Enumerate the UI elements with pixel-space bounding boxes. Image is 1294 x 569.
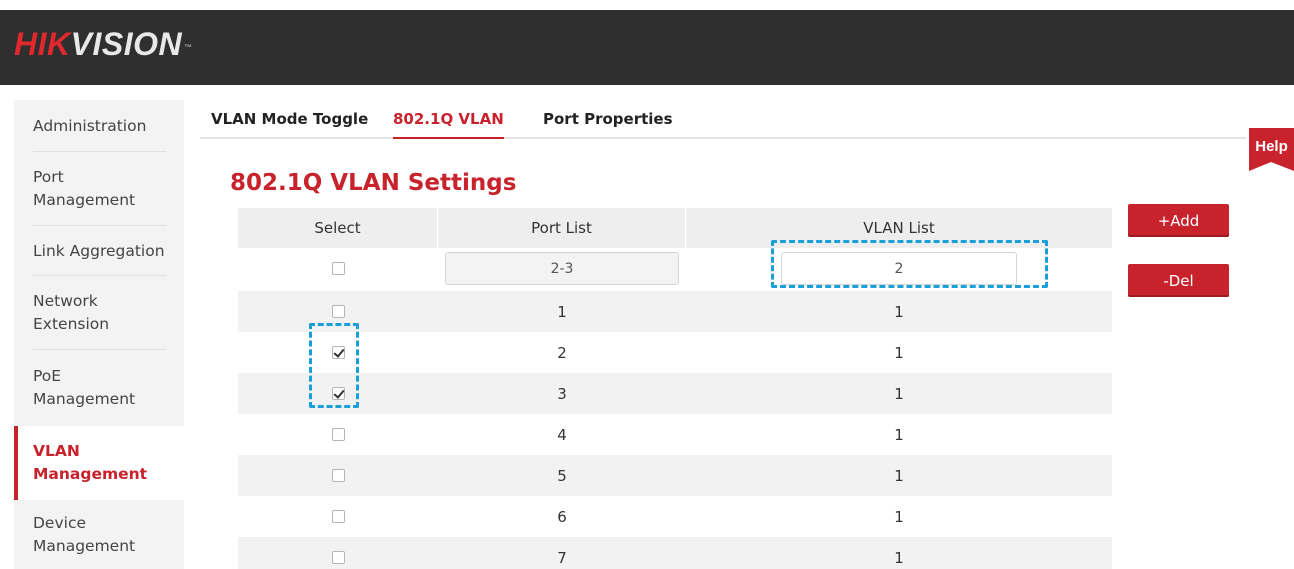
- row-checkbox[interactable]: [331, 551, 345, 564]
- vlan-cell: 1: [894, 548, 904, 567]
- sidebar-item-label: Link Aggregation: [33, 241, 165, 260]
- hikvision-logo: HIKVISION ™: [14, 26, 193, 62]
- table-row: 1 1: [238, 291, 1112, 332]
- sidebar-item-label: Network Extension: [33, 292, 110, 333]
- table-row: 5 1: [238, 455, 1112, 496]
- port-cell: 7: [557, 548, 567, 567]
- sidebar-item-device-management[interactable]: Device Management: [14, 500, 184, 569]
- sidebar-item-label: Device Management: [33, 513, 136, 555]
- port-cell: 4: [557, 425, 567, 444]
- vlan-cell: 1: [894, 425, 904, 444]
- sidebar-item-label: Port Management: [33, 168, 136, 209]
- row-checkbox[interactable]: [331, 510, 345, 523]
- tab-vlan-mode-toggle[interactable]: VLAN Mode Toggle: [211, 110, 368, 139]
- row-checkbox[interactable]: [331, 469, 345, 482]
- help-button[interactable]: Help: [1249, 128, 1294, 171]
- select-all-checkbox[interactable]: [331, 262, 345, 275]
- port-cell: 2: [557, 343, 567, 362]
- add-button[interactable]: +Add: [1128, 204, 1229, 237]
- table-row: 7 1: [238, 537, 1112, 569]
- sidebar-item-label: Administration: [33, 116, 147, 135]
- top-header-bar: HIKVISION ™: [0, 10, 1294, 85]
- row-checkbox[interactable]: [331, 428, 345, 441]
- tab-port-properties[interactable]: Port Properties: [543, 110, 673, 139]
- sidebar-item-network-extension[interactable]: Network Extension: [14, 276, 184, 350]
- port-cell: 1: [557, 302, 567, 321]
- column-header-port-list: Port List: [438, 208, 686, 248]
- vlan-cell: 1: [894, 343, 904, 362]
- column-header-select: Select: [238, 208, 438, 248]
- vlan-cell: 1: [894, 384, 904, 403]
- table-row: 6 1: [238, 496, 1112, 537]
- sidebar-nav: Administration Port Management Link Aggr…: [14, 100, 184, 569]
- vlan-input-highlight: [771, 240, 1048, 288]
- sidebar-item-port-management[interactable]: Port Management: [14, 152, 184, 226]
- checkbox-highlight: [309, 323, 359, 408]
- port-cell: 3: [557, 384, 567, 403]
- vlan-cell: 1: [894, 507, 904, 526]
- sidebar-item-administration[interactable]: Administration: [14, 100, 184, 152]
- table-row: 3 1: [238, 373, 1112, 414]
- sidebar-item-label: VLAN Management: [33, 442, 148, 483]
- sidebar-item-poe-management[interactable]: PoE Management: [14, 350, 184, 426]
- sidebar-item-link-aggregation[interactable]: Link Aggregation: [14, 226, 184, 276]
- port-list-input[interactable]: 2-3: [445, 252, 679, 285]
- help-label: Help: [1255, 138, 1288, 155]
- table-row: 4 1: [238, 414, 1112, 455]
- sidebar-item-vlan-management[interactable]: VLAN Management: [14, 426, 184, 500]
- tab-802-1q-vlan[interactable]: 802.1Q VLAN: [393, 110, 504, 139]
- port-cell: 5: [557, 466, 567, 485]
- vlan-cell: 1: [894, 302, 904, 321]
- row-checkbox[interactable]: [331, 305, 345, 318]
- page-title: 802.1Q VLAN Settings: [230, 170, 517, 196]
- tab-bar: VLAN Mode Toggle 802.1Q VLAN Port Proper…: [200, 107, 1294, 139]
- sidebar-item-label: PoE Management: [33, 367, 136, 408]
- table-row: 2 1: [238, 332, 1112, 373]
- vlan-cell: 1: [894, 466, 904, 485]
- delete-button[interactable]: -Del: [1128, 264, 1229, 297]
- port-cell: 6: [557, 507, 567, 526]
